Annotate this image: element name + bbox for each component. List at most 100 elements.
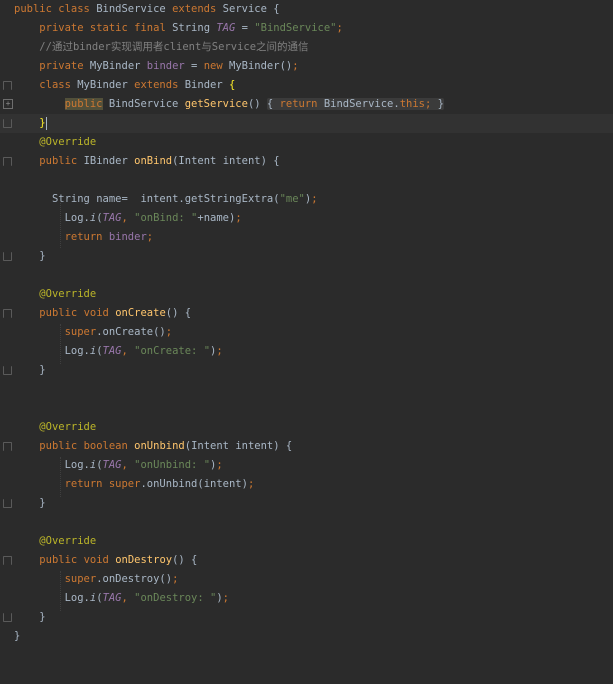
keyword: public <box>14 3 52 15</box>
method-call: i <box>89 212 97 224</box>
string-literal: "me" <box>279 193 305 205</box>
string-literal: "onCreate: " <box>134 345 211 357</box>
method-name: getService <box>184 98 248 110</box>
variable-name: name <box>203 212 229 224</box>
class-name: Log <box>64 212 84 224</box>
parameter-name: intent <box>235 440 274 452</box>
type-name: String <box>51 193 90 205</box>
keyword: super <box>64 573 97 585</box>
keyword: public <box>39 554 78 566</box>
type-name: String <box>172 22 211 34</box>
method-call: onUnbind <box>146 478 198 490</box>
code-line-31[interactable]: super.onDestroy(); <box>0 570 613 589</box>
code-line-16[interactable]: @Override <box>0 285 613 304</box>
keyword: boolean <box>83 440 128 452</box>
code-line-34[interactable]: } <box>0 627 613 646</box>
code-line-1[interactable]: public class BindService extends Service… <box>0 0 613 19</box>
code-line-24[interactable]: public boolean onUnbind(Intent intent) { <box>0 437 613 456</box>
keyword: public <box>39 155 78 167</box>
code-line-25[interactable]: Log.i(TAG, "onUnbind: "); <box>0 456 613 475</box>
method-name: onDestroy <box>115 554 173 566</box>
annotation: @Override <box>39 535 97 547</box>
code-line-32[interactable]: Log.i(TAG, "onDestroy: "); <box>0 589 613 608</box>
parameter-name: intent <box>222 155 261 167</box>
fold-end-marker-icon[interactable] <box>3 366 12 375</box>
class-name: Service <box>222 3 267 15</box>
code-line-3[interactable]: //通过binder实现调用者client与Service之间的通信 <box>0 38 613 57</box>
code-line-12[interactable]: Log.i(TAG, "onBind: "+name); <box>0 209 613 228</box>
code-line-33[interactable]: } <box>0 608 613 627</box>
keyword: class <box>58 3 90 15</box>
constant-field: TAG <box>216 22 236 34</box>
keyword: void <box>83 554 109 566</box>
keyword: extends <box>134 79 179 91</box>
type-name: Intent <box>178 155 217 167</box>
code-line-11[interactable]: String name= intent.getStringExtra("me")… <box>0 190 613 209</box>
code-line-27[interactable]: } <box>0 494 613 513</box>
code-line-2[interactable]: private static final String TAG = "BindS… <box>0 19 613 38</box>
code-line-14[interactable]: } <box>0 247 613 266</box>
class-name: BindService <box>96 3 166 15</box>
string-literal: "onUnbind: " <box>134 459 211 471</box>
method-call: onCreate <box>102 326 154 338</box>
code-line-8[interactable]: @Override <box>0 133 613 152</box>
keyword: private <box>39 60 84 72</box>
variable-name: name <box>96 193 122 205</box>
annotation: @Override <box>39 288 97 300</box>
string-literal: "onDestroy: " <box>134 592 217 604</box>
class-name: Binder <box>184 79 223 91</box>
fold-marker-icon[interactable] <box>3 81 12 90</box>
code-line-19[interactable]: Log.i(TAG, "onCreate: "); <box>0 342 613 361</box>
code-line-18[interactable]: super.onCreate(); <box>0 323 613 342</box>
code-comment: //通过binder实现调用者client与Service之间的通信 <box>39 41 309 53</box>
code-line-26[interactable]: return super.onUnbind(intent); <box>0 475 613 494</box>
code-line-23[interactable]: @Override <box>0 418 613 437</box>
fold-end-marker-icon[interactable] <box>3 252 12 261</box>
annotation: @Override <box>39 421 97 433</box>
fold-marker-icon[interactable] <box>3 556 12 565</box>
type-name: IBinder <box>83 155 128 167</box>
variable-name: intent <box>140 193 179 205</box>
keyword: return <box>64 231 103 243</box>
expand-fold-icon[interactable]: + <box>3 99 13 109</box>
method-call: i <box>89 459 97 471</box>
keyword: public <box>39 307 78 319</box>
keyword: static <box>89 22 128 34</box>
constant-field: TAG <box>102 212 122 224</box>
method-call: onDestroy <box>102 573 160 585</box>
class-name: Log <box>64 592 84 604</box>
type-name: BindService <box>108 98 179 110</box>
code-line-29[interactable]: @Override <box>0 532 613 551</box>
type-name: Intent <box>191 440 229 452</box>
code-line-9[interactable]: public IBinder onBind(Intent intent) { <box>0 152 613 171</box>
code-line-13[interactable]: return binder; <box>0 228 613 247</box>
keyword: return <box>64 478 103 490</box>
text-caret <box>45 116 47 130</box>
keyword: void <box>83 307 109 319</box>
code-line-17[interactable]: public void onCreate() { <box>0 304 613 323</box>
code-line-6[interactable]: + public BindService getService() { retu… <box>0 95 613 114</box>
field-name: binder <box>108 231 147 243</box>
code-line-5[interactable]: class MyBinder extends Binder { <box>0 76 613 95</box>
type-name: BindService <box>323 98 394 110</box>
string-literal: "BindService" <box>254 22 337 34</box>
fold-end-marker-icon[interactable] <box>3 499 12 508</box>
fold-end-marker-icon[interactable] <box>3 613 12 622</box>
code-line-4[interactable]: private MyBinder binder = new MyBinder()… <box>0 57 613 76</box>
keyword: super <box>64 326 97 338</box>
keyword: public <box>39 440 78 452</box>
method-name: onBind <box>134 155 173 167</box>
fold-marker-icon[interactable] <box>3 157 12 166</box>
annotation: @Override <box>39 136 97 148</box>
code-line-7-current[interactable]: } <box>0 114 613 133</box>
method-call: getStringExtra <box>184 193 274 205</box>
fold-marker-icon[interactable] <box>3 309 12 318</box>
folded-code-block[interactable]: { return BindService.this; } <box>266 98 444 110</box>
code-line-30[interactable]: public void onDestroy() { <box>0 551 613 570</box>
class-name: Log <box>64 459 84 471</box>
constant-field: TAG <box>102 592 122 604</box>
code-line-20[interactable]: } <box>0 361 613 380</box>
class-name: MyBinder <box>77 79 128 91</box>
fold-end-marker-icon[interactable] <box>3 119 12 128</box>
fold-marker-icon[interactable] <box>3 442 12 451</box>
